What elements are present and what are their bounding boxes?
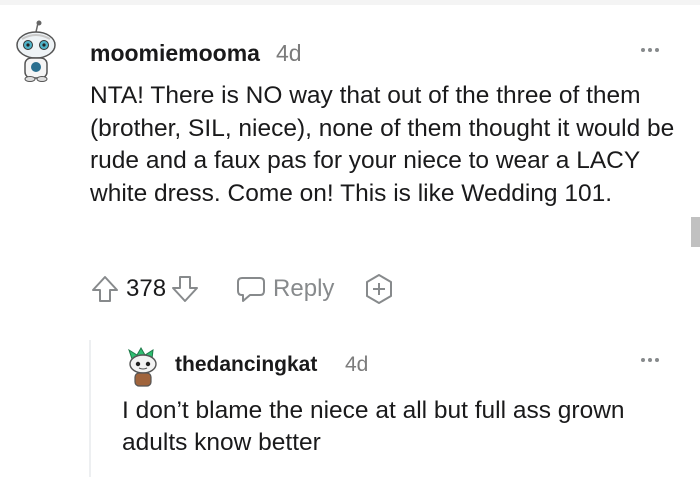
comment-action-bar: 378 Reply [90, 272, 396, 306]
reply-body: I don’t blame the niece at all but full … [122, 397, 625, 456]
comment-age: 4d [276, 40, 302, 66]
reply-icon [237, 277, 266, 302]
reply-label: Reply [273, 275, 335, 302]
user-avatar[interactable] [14, 20, 58, 82]
upvote-icon[interactable] [90, 274, 120, 304]
reply-avatar[interactable] [126, 347, 160, 389]
reply-username[interactable]: thedancingkat [175, 353, 317, 377]
downvote-icon[interactable] [170, 274, 200, 304]
reply-more-options-icon[interactable] [641, 358, 659, 362]
award-icon [366, 274, 393, 304]
award-button[interactable] [362, 272, 396, 306]
scrollbar-thumb[interactable] [691, 217, 700, 247]
reply-age: 4d [345, 353, 369, 376]
more-options-icon[interactable] [641, 48, 659, 52]
reply-button[interactable]: Reply [236, 275, 334, 303]
top-divider [0, 0, 700, 5]
thread-line[interactable] [89, 340, 91, 477]
vote-score: 378 [126, 275, 167, 302]
comment-body: NTA! There is NO way that out of the thr… [90, 82, 675, 207]
comment-username[interactable]: moomiemooma [90, 40, 260, 67]
